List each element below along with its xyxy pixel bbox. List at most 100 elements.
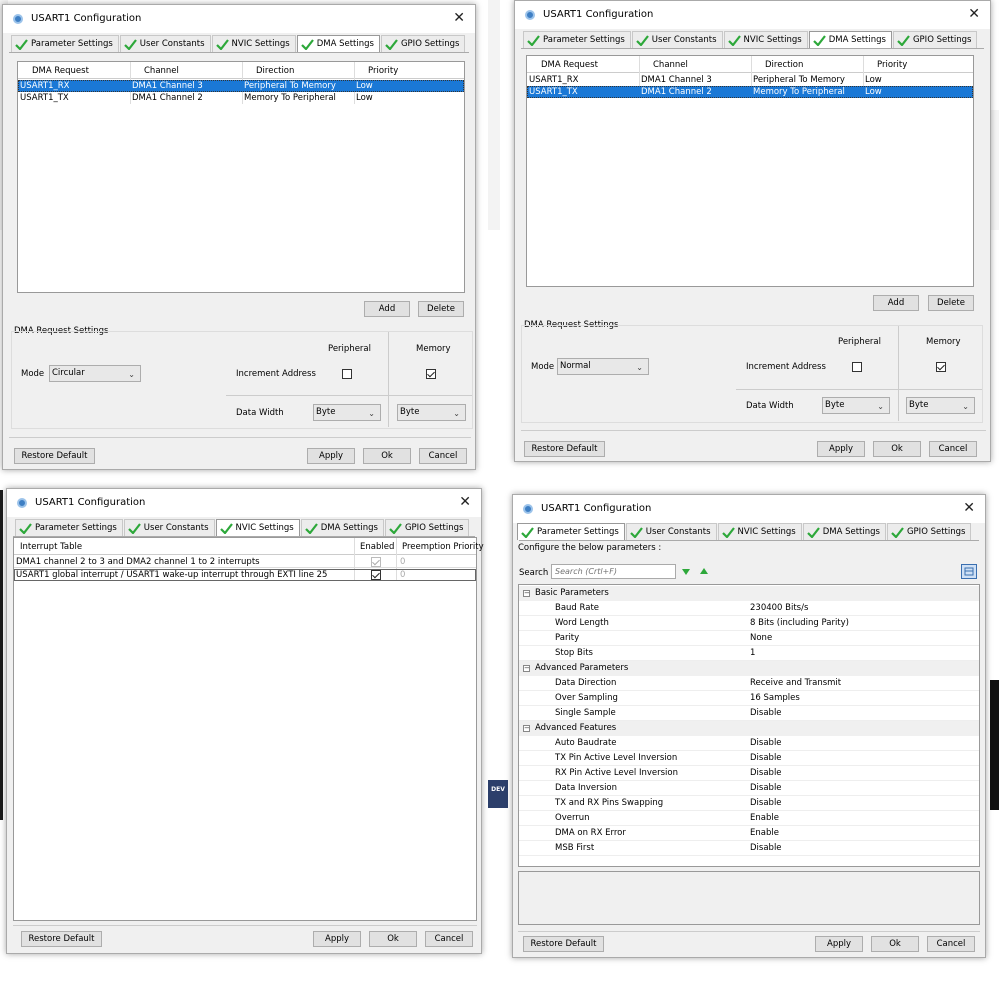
table-row[interactable]: USART1 global interrupt / USART1 wake-up…	[14, 569, 476, 581]
parameter-row[interactable]: Single Sample Disable	[519, 706, 979, 721]
peripheral-increment-checkbox[interactable]	[342, 369, 352, 379]
tab-parameter-settings[interactable]: Parameter Settings	[517, 523, 625, 540]
parameter-value[interactable]: Enable	[750, 811, 779, 826]
parameter-row[interactable]: Stop Bits 1	[519, 646, 979, 661]
cancel-button[interactable]: Cancel	[927, 936, 975, 952]
parameter-value[interactable]: Disable	[750, 751, 782, 766]
parameter-group[interactable]: − Advanced Parameters	[519, 661, 979, 676]
parameter-value[interactable]: Disable	[750, 781, 782, 796]
tab-gpio-settings[interactable]: GPIO Settings	[892, 31, 978, 48]
peripheral-width-select[interactable]: Byte ⌄	[313, 404, 381, 421]
arrow-up-icon[interactable]	[699, 566, 709, 579]
parameter-row[interactable]: Parity None	[519, 631, 979, 646]
tab-user-constants[interactable]: User Constants	[625, 523, 717, 540]
parameter-value[interactable]: Disable	[750, 706, 782, 721]
parameter-row[interactable]: Over Sampling 16 Samples	[519, 691, 979, 706]
arrow-down-icon[interactable]	[681, 566, 691, 579]
memory-increment-checkbox[interactable]	[936, 362, 946, 372]
delete-button[interactable]: Delete	[418, 301, 464, 317]
parameter-value[interactable]: 1	[750, 646, 755, 661]
parameter-value[interactable]: Disable	[750, 736, 782, 751]
peripheral-increment-checkbox[interactable]	[852, 362, 862, 372]
table-row[interactable]: USART1_RX DMA1 Channel 3 Peripheral To Mem…	[18, 80, 464, 92]
parameter-value[interactable]: 230400 Bits/s	[750, 601, 808, 616]
tab-dma-settings[interactable]: DMA Settings	[808, 31, 892, 48]
tab-nvic-settings[interactable]: NVIC Settings	[717, 523, 802, 540]
restore-default-button[interactable]: Restore Default	[21, 931, 102, 947]
tab-gpio-settings[interactable]: GPIO Settings	[886, 523, 972, 540]
cancel-button[interactable]: Cancel	[929, 441, 977, 457]
parameter-row[interactable]: Overrun Enable	[519, 811, 979, 826]
parameter-row[interactable]: Baud Rate 230400 Bits/s	[519, 601, 979, 616]
mode-select[interactable]: Circular ⌄	[49, 365, 141, 382]
cancel-button[interactable]: Cancel	[419, 448, 467, 464]
restore-default-button[interactable]: Restore Default	[524, 441, 605, 457]
parameter-row[interactable]: TX and RX Pins Swapping Disable	[519, 796, 979, 811]
close-icon[interactable]: ✕	[963, 500, 975, 516]
close-icon[interactable]: ✕	[968, 6, 980, 22]
parameter-row[interactable]: TX Pin Active Level Inversion Disable	[519, 751, 979, 766]
delete-button[interactable]: Delete	[928, 295, 974, 311]
parameter-row[interactable]: DMA on RX Error Enable	[519, 826, 979, 841]
memory-width-select[interactable]: Byte ⌄	[906, 397, 975, 414]
collapse-icon[interactable]: −	[523, 725, 530, 732]
tab-dma-settings[interactable]: DMA Settings	[802, 523, 886, 540]
parameter-group[interactable]: − Advanced Features	[519, 721, 979, 736]
cancel-button[interactable]: Cancel	[425, 931, 473, 947]
parameter-value[interactable]: Disable	[750, 766, 782, 781]
parameter-row[interactable]: MSB First Disable	[519, 841, 979, 856]
add-button[interactable]: Add	[873, 295, 919, 311]
parameter-value[interactable]: Disable	[750, 841, 782, 856]
tab-dma-settings[interactable]: DMA Settings	[296, 35, 380, 52]
parameter-value[interactable]: Receive and Transmit	[750, 676, 841, 691]
tab-parameter-settings[interactable]: Parameter Settings	[11, 35, 119, 52]
tab-nvic-settings[interactable]: NVIC Settings	[211, 35, 296, 52]
restore-default-button[interactable]: Restore Default	[14, 448, 95, 464]
view-toggle-icon[interactable]	[961, 564, 977, 579]
parameter-value[interactable]: 8 Bits (including Parity)	[750, 616, 849, 631]
table-row[interactable]: USART1_TX DMA1 Channel 2 Memory To Periphe…	[527, 86, 973, 98]
parameter-row[interactable]: Word Length 8 Bits (including Parity)	[519, 616, 979, 631]
add-button[interactable]: Add	[364, 301, 410, 317]
peripheral-width-select[interactable]: Byte ⌄	[822, 397, 890, 414]
tab-parameter-settings[interactable]: Parameter Settings	[523, 31, 631, 48]
table-row[interactable]: DMA1 channel 2 to 3 and DMA2 channel 1 t…	[14, 556, 476, 568]
table-row[interactable]: USART1_RX DMA1 Channel 3 Peripheral To Mem…	[527, 74, 973, 86]
tab-user-constants[interactable]: User Constants	[119, 35, 211, 52]
tab-user-constants[interactable]: User Constants	[631, 31, 723, 48]
parameter-row[interactable]: Data Direction Receive and Transmit	[519, 676, 979, 691]
tab-nvic-settings[interactable]: NVIC Settings	[723, 31, 808, 48]
tab-user-constants[interactable]: User Constants	[123, 519, 215, 536]
collapse-icon[interactable]: −	[523, 665, 530, 672]
enabled-checkbox[interactable]	[371, 570, 381, 580]
tab-parameter-settings[interactable]: Parameter Settings	[15, 519, 123, 536]
apply-button[interactable]: Apply	[313, 931, 361, 947]
parameter-value[interactable]: 16 Samples	[750, 691, 800, 706]
close-icon[interactable]: ✕	[459, 494, 471, 510]
parameter-row[interactable]: Auto Baudrate Disable	[519, 736, 979, 751]
parameter-row[interactable]: RX Pin Active Level Inversion Disable	[519, 766, 979, 781]
tab-gpio-settings[interactable]: GPIO Settings	[384, 519, 470, 536]
memory-width-select[interactable]: Byte ⌄	[397, 404, 466, 421]
search-input[interactable]	[551, 564, 676, 579]
table-row[interactable]: USART1_TX DMA1 Channel 2 Memory To Periphe…	[18, 92, 464, 104]
ok-button[interactable]: Ok	[369, 931, 417, 947]
apply-button[interactable]: Apply	[817, 441, 865, 457]
ok-button[interactable]: Ok	[363, 448, 411, 464]
apply-button[interactable]: Apply	[815, 936, 863, 952]
close-icon[interactable]: ✕	[453, 10, 465, 26]
apply-button[interactable]: Apply	[307, 448, 355, 464]
parameter-value[interactable]: Disable	[750, 796, 782, 811]
parameter-row[interactable]: Data Inversion Disable	[519, 781, 979, 796]
restore-default-button[interactable]: Restore Default	[523, 936, 604, 952]
memory-increment-checkbox[interactable]	[426, 369, 436, 379]
tab-nvic-settings[interactable]: NVIC Settings	[215, 519, 300, 536]
parameter-value[interactable]: None	[750, 631, 772, 646]
mode-select[interactable]: Normal ⌄	[557, 358, 649, 375]
parameter-group[interactable]: − Basic Parameters	[519, 586, 979, 601]
ok-button[interactable]: Ok	[873, 441, 921, 457]
tab-gpio-settings[interactable]: GPIO Settings	[380, 35, 466, 52]
ok-button[interactable]: Ok	[871, 936, 919, 952]
tab-dma-settings[interactable]: DMA Settings	[300, 519, 384, 536]
parameter-value[interactable]: Enable	[750, 826, 779, 841]
